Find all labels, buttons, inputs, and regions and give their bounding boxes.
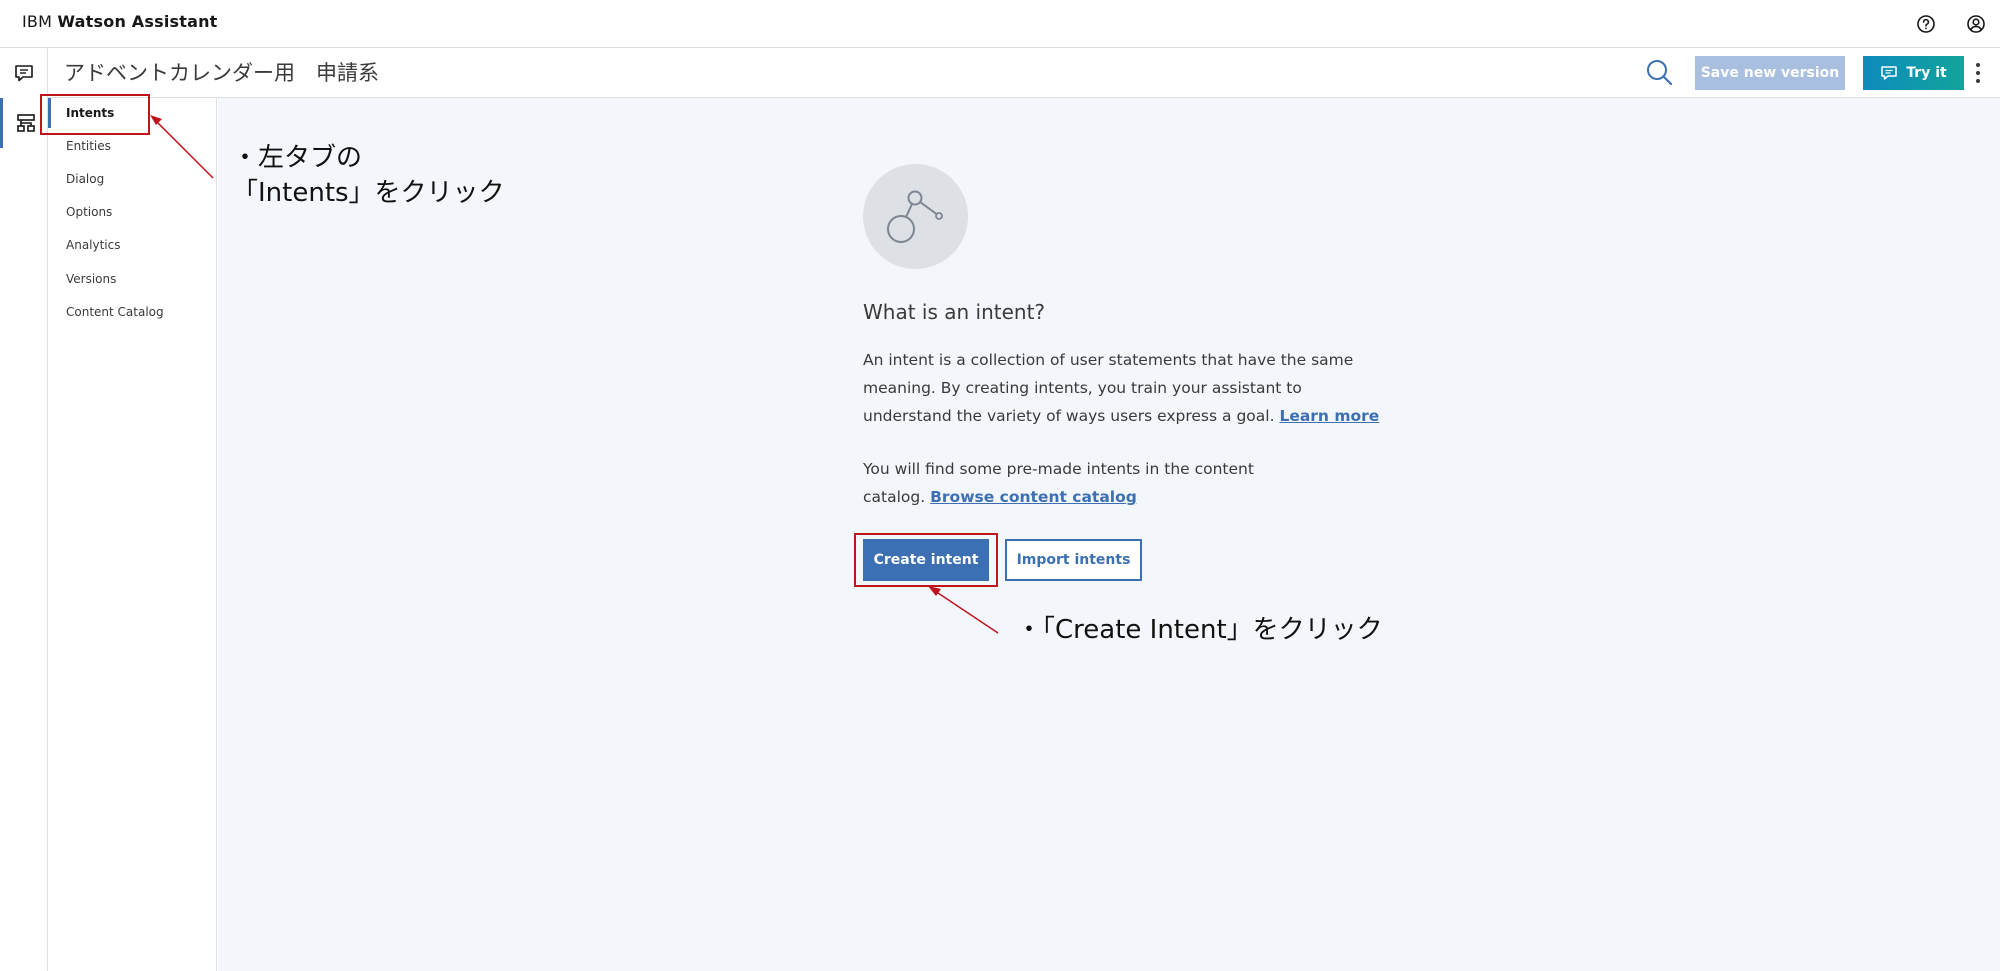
nav-item-options[interactable]: Options [48, 197, 216, 227]
catalog-description: You will find some pre-made intents in t… [863, 455, 1263, 511]
intent-description: An intent is a collection of user statem… [863, 346, 1383, 430]
annotation-intents-highlight [40, 94, 150, 135]
main-content [218, 98, 2000, 971]
nav-item-entities[interactable]: Entities [48, 131, 216, 161]
save-new-version-button[interactable]: Save new version [1695, 56, 1845, 90]
rail-assistants-button[interactable] [0, 48, 48, 98]
brand-name: Watson Assistant [57, 12, 218, 31]
help-icon[interactable] [1914, 12, 1938, 36]
annotation-left-tab-line2: 「Intents」をクリック [232, 178, 505, 208]
nav-item-versions[interactable]: Versions [48, 264, 216, 294]
search-icon[interactable] [1643, 56, 1677, 90]
try-it-label: Try it [1906, 65, 1947, 81]
skill-nav: Intents Entities Dialog Options Analytic… [48, 98, 217, 971]
skill-title: アドベントカレンダー用 申請系 [64, 61, 379, 85]
skill-header: アドベントカレンダー用 申請系 Save new version Try it [48, 48, 2000, 98]
annotation-create-intent: ・「Create Intent」をクリック [1016, 615, 1383, 645]
user-profile-icon[interactable] [1964, 12, 1988, 36]
import-intents-button[interactable]: Import intents [1005, 539, 1142, 581]
nav-item-dialog[interactable]: Dialog [48, 164, 216, 194]
annotation-left-tab-line1: ・左タブの [232, 143, 363, 173]
skills-tree-icon [16, 114, 35, 132]
try-it-button[interactable]: Try it [1863, 56, 1964, 90]
chat-bubble-icon [1881, 66, 1898, 80]
nav-item-analytics[interactable]: Analytics [48, 230, 216, 260]
annotation-create-highlight [854, 533, 998, 587]
overflow-menu-icon[interactable] [1970, 56, 1986, 90]
chat-icon [15, 65, 33, 82]
brand-prefix: IBM [22, 12, 53, 31]
browse-content-catalog-link[interactable]: Browse content catalog [930, 488, 1137, 506]
left-rail [0, 48, 48, 971]
intent-illustration-icon [863, 164, 968, 269]
empty-state-heading: What is an intent? [863, 300, 1046, 324]
learn-more-link[interactable]: Learn more [1279, 407, 1379, 425]
brand-logo[interactable]: IBM Watson Assistant [22, 12, 218, 31]
nav-item-content-catalog[interactable]: Content Catalog [48, 297, 216, 327]
top-bar: IBM Watson Assistant [0, 0, 2000, 48]
